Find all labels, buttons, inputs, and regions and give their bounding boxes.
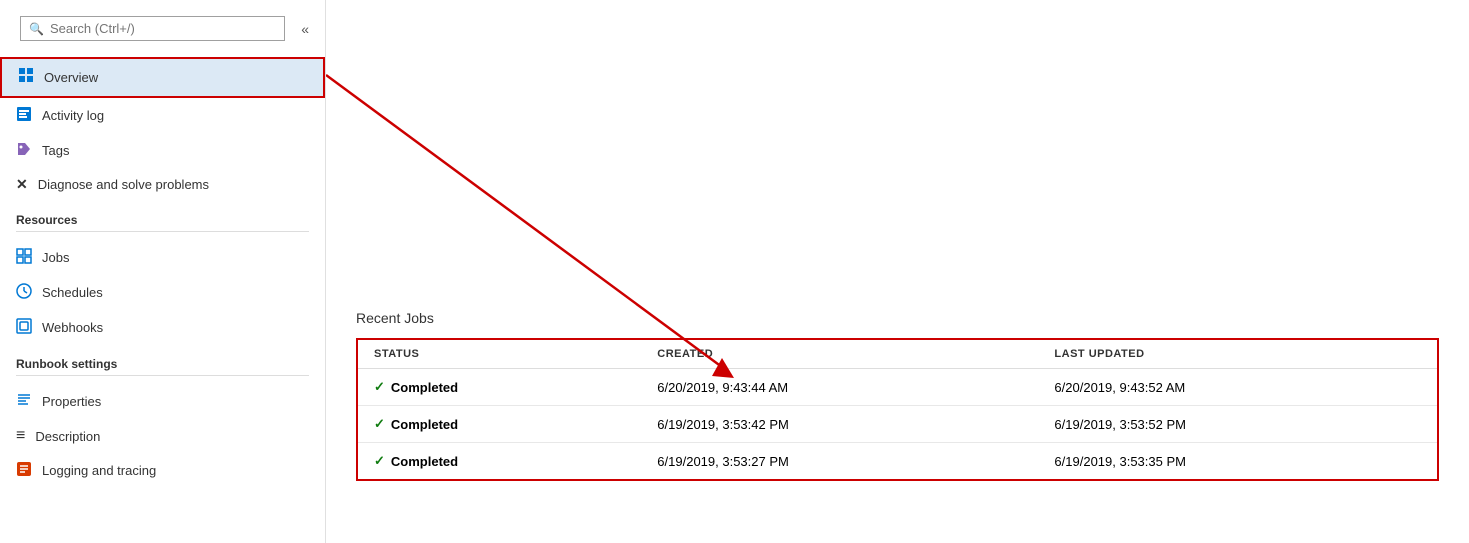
jobs-table-header: STATUS CREATED LAST UPDATED — [357, 339, 1438, 369]
search-box: 🔍 — [20, 16, 285, 41]
runbook-settings-divider — [16, 375, 309, 376]
resources-section-header: Resources — [0, 201, 325, 231]
col-status: STATUS — [357, 339, 641, 369]
diagnose-icon: ✕ — [16, 176, 28, 193]
sidebar-item-properties[interactable]: Properties — [0, 384, 325, 419]
jobs-table: STATUS CREATED LAST UPDATED ✓Completed6/… — [356, 338, 1439, 481]
runbook-settings-section-header: Runbook settings — [0, 345, 325, 375]
sidebar-item-overview[interactable]: Overview — [0, 57, 325, 98]
status-cell: ✓Completed — [357, 443, 641, 481]
sidebar-item-label-webhooks: Webhooks — [42, 320, 103, 335]
sidebar-item-tags[interactable]: Tags — [0, 133, 325, 168]
main-content: Recent Jobs STATUS CREATED LAST UPDATED … — [326, 0, 1469, 543]
sidebar-item-label-schedules: Schedules — [42, 285, 103, 300]
search-icon: 🔍 — [29, 22, 44, 36]
description-icon: ≡ — [16, 427, 25, 445]
table-row[interactable]: ✓Completed6/19/2019, 3:53:42 PM6/19/2019… — [357, 406, 1438, 443]
status-cell: ✓Completed — [357, 406, 641, 443]
sidebar-item-description[interactable]: ≡ Description — [0, 419, 325, 453]
col-last-updated: LAST UPDATED — [1038, 339, 1438, 369]
sidebar-item-webhooks[interactable]: Webhooks — [0, 310, 325, 345]
jobs-icon — [16, 248, 32, 267]
sidebar-item-diagnose[interactable]: ✕ Diagnose and solve problems — [0, 168, 325, 201]
created-cell: 6/19/2019, 3:53:42 PM — [641, 406, 1038, 443]
last-updated-cell: 6/20/2019, 9:43:52 AM — [1038, 369, 1438, 406]
recent-jobs-title: Recent Jobs — [356, 310, 1439, 326]
col-created: CREATED — [641, 339, 1038, 369]
sidebar-item-jobs[interactable]: Jobs — [0, 240, 325, 275]
sidebar-item-logging[interactable]: Logging and tracing — [0, 453, 325, 488]
tags-icon — [16, 141, 32, 160]
created-cell: 6/20/2019, 9:43:44 AM — [641, 369, 1038, 406]
resources-divider — [16, 231, 309, 232]
search-input[interactable] — [50, 21, 276, 36]
sidebar-item-label-diagnose: Diagnose and solve problems — [38, 177, 209, 192]
sidebar-item-label-tags: Tags — [42, 143, 69, 158]
last-updated-cell: 6/19/2019, 3:53:52 PM — [1038, 406, 1438, 443]
activity-log-icon — [16, 106, 32, 125]
table-row[interactable]: ✓Completed6/19/2019, 3:53:27 PM6/19/2019… — [357, 443, 1438, 481]
recent-jobs-section: Recent Jobs STATUS CREATED LAST UPDATED … — [356, 310, 1439, 481]
jobs-table-body: ✓Completed6/20/2019, 9:43:44 AM6/20/2019… — [357, 369, 1438, 481]
sidebar-item-label-jobs: Jobs — [42, 250, 69, 265]
properties-icon — [16, 392, 32, 411]
sidebar: 🔍 « Overview Activity log — [0, 0, 326, 543]
table-header-row: STATUS CREATED LAST UPDATED — [357, 339, 1438, 369]
sidebar-item-label-description: Description — [35, 429, 100, 444]
logging-icon — [16, 461, 32, 480]
sidebar-item-label-activity-log: Activity log — [42, 108, 104, 123]
sidebar-item-label-properties: Properties — [42, 394, 101, 409]
created-cell: 6/19/2019, 3:53:27 PM — [641, 443, 1038, 481]
search-row: 🔍 « — [10, 8, 315, 49]
sidebar-item-label-overview: Overview — [44, 70, 98, 85]
last-updated-cell: 6/19/2019, 3:53:35 PM — [1038, 443, 1438, 481]
sidebar-item-label-logging: Logging and tracing — [42, 463, 156, 478]
overview-icon — [18, 67, 34, 88]
sidebar-item-schedules[interactable]: Schedules — [0, 275, 325, 310]
collapse-sidebar-button[interactable]: « — [295, 17, 315, 41]
sidebar-item-activity-log[interactable]: Activity log — [0, 98, 325, 133]
status-cell: ✓Completed — [357, 369, 641, 406]
table-row[interactable]: ✓Completed6/20/2019, 9:43:44 AM6/20/2019… — [357, 369, 1438, 406]
webhooks-icon — [16, 318, 32, 337]
schedules-icon — [16, 283, 32, 302]
